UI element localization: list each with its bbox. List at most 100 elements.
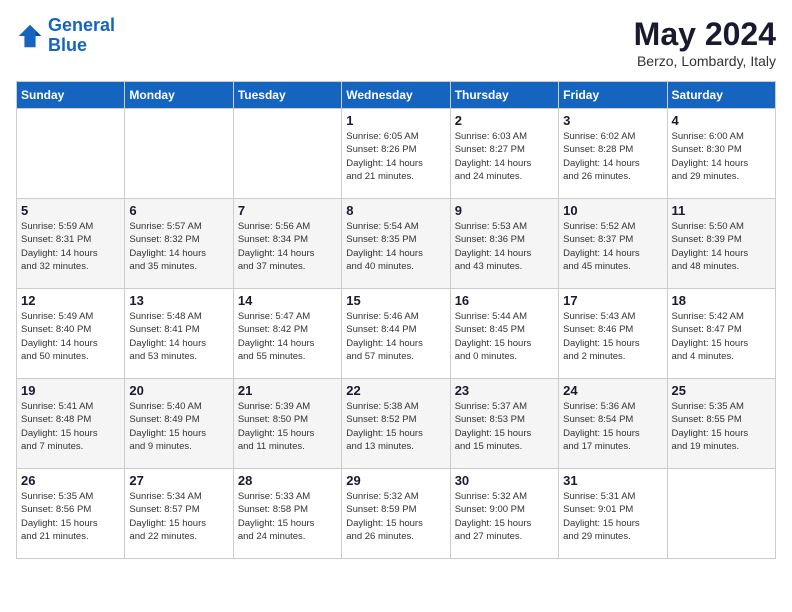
calendar-cell: 21Sunrise: 5:39 AM Sunset: 8:50 PM Dayli…: [233, 379, 341, 469]
day-number: 3: [563, 113, 662, 128]
calendar-cell: [17, 109, 125, 199]
calendar-cell: 18 Sunrise: 5:42 AM Sunset: 8:47 PM Dayli…: [667, 289, 775, 379]
day-info: Sunrise: 5:31 AM Sunset: 9:01 PM Dayligh…: [563, 490, 662, 543]
day-info: Sunrise: 5:43 AM Sunset: 8:46 PM Dayligh…: [563, 310, 662, 363]
day-info: Sunrise: 5:35 AM Sunset: 8:56 PM Dayligh…: [21, 490, 120, 543]
day-number: 2: [455, 113, 554, 128]
day-info: Sunrise: 5:35 AM Sunset: 8:55 PM Dayligh…: [672, 400, 771, 453]
calendar-cell: [667, 469, 775, 559]
day-info: Sunrise: 6:02 AM Sunset: 8:28 PM Dayligh…: [563, 130, 662, 183]
day-number: 12: [21, 293, 120, 308]
calendar-cell: 6 Sunrise: 5:57 AM Sunset: 8:32 PM Daylig…: [125, 199, 233, 289]
calendar-cell: 29 Sunrise: 5:32 AM Sunset: 8:59 PM Dayli…: [342, 469, 450, 559]
day-info: Sunrise: 5:38 AM Sunset: 8:52 PM Dayligh…: [346, 400, 445, 453]
calendar-cell: 16 Sunrise: 5:44 AM Sunset: 8:45 PM Dayli…: [450, 289, 558, 379]
calendar-cell: 8 Sunrise: 5:54 AM Sunset: 8:35 PM Daylig…: [342, 199, 450, 289]
calendar-cell: 30Sunrise: 5:32 AM Sunset: 9:00 PM Dayli…: [450, 469, 558, 559]
logo: General Blue: [16, 16, 115, 56]
day-number: 11: [672, 203, 771, 218]
calendar-cell: 23Sunrise: 5:37 AM Sunset: 8:53 PM Dayli…: [450, 379, 558, 469]
day-number: 14: [238, 293, 337, 308]
calendar-cell: 28Sunrise: 5:33 AM Sunset: 8:58 PM Dayli…: [233, 469, 341, 559]
day-number: 27: [129, 473, 228, 488]
day-info: Sunrise: 5:56 AM Sunset: 8:34 PM Dayligh…: [238, 220, 337, 273]
calendar-cell: 3 Sunrise: 6:02 AM Sunset: 8:28 PM Daylig…: [559, 109, 667, 199]
day-info: Sunrise: 5:34 AM Sunset: 8:57 PM Dayligh…: [129, 490, 228, 543]
logo-icon: [16, 22, 44, 50]
day-info: Sunrise: 5:48 AM Sunset: 8:41 PM Dayligh…: [129, 310, 228, 363]
day-info: Sunrise: 5:33 AM Sunset: 8:58 PM Dayligh…: [238, 490, 337, 543]
calendar-cell: 11Sunrise: 5:50 AM Sunset: 8:39 PM Dayli…: [667, 199, 775, 289]
weekday-header-sunday: Sunday: [17, 82, 125, 109]
weekday-header-friday: Friday: [559, 82, 667, 109]
calendar-cell: 22 Sunrise: 5:38 AM Sunset: 8:52 PM Dayli…: [342, 379, 450, 469]
calendar-week-5: 26 Sunrise: 5:35 AM Sunset: 8:56 PM Dayli…: [17, 469, 776, 559]
day-number: 18: [672, 293, 771, 308]
day-number: 6: [129, 203, 228, 218]
day-number: 31: [563, 473, 662, 488]
day-number: 4: [672, 113, 771, 128]
calendar-cell: 19 Sunrise: 5:41 AM Sunset: 8:48 PM Dayli…: [17, 379, 125, 469]
day-info: Sunrise: 6:00 AM Sunset: 8:30 PM Dayligh…: [672, 130, 771, 183]
day-info: Sunrise: 5:52 AM Sunset: 8:37 PM Dayligh…: [563, 220, 662, 273]
day-info: Sunrise: 5:32 AM Sunset: 8:59 PM Dayligh…: [346, 490, 445, 543]
calendar-week-2: 5Sunrise: 5:59 AM Sunset: 8:31 PM Daylig…: [17, 199, 776, 289]
day-number: 24: [563, 383, 662, 398]
calendar-cell: 4 Sunrise: 6:00 AM Sunset: 8:30 PM Daylig…: [667, 109, 775, 199]
day-number: 15: [346, 293, 445, 308]
location: Berzo, Lombardy, Italy: [634, 53, 776, 69]
day-info: Sunrise: 5:40 AM Sunset: 8:49 PM Dayligh…: [129, 400, 228, 453]
calendar-cell: 27 Sunrise: 5:34 AM Sunset: 8:57 PM Dayli…: [125, 469, 233, 559]
calendar-cell: 7 Sunrise: 5:56 AM Sunset: 8:34 PM Daylig…: [233, 199, 341, 289]
calendar-week-4: 19 Sunrise: 5:41 AM Sunset: 8:48 PM Dayli…: [17, 379, 776, 469]
day-info: Sunrise: 6:03 AM Sunset: 8:27 PM Dayligh…: [455, 130, 554, 183]
day-number: 19: [21, 383, 120, 398]
day-number: 17: [563, 293, 662, 308]
calendar-table: SundayMondayTuesdayWednesdayThursdayFrid…: [16, 81, 776, 559]
calendar-cell: 10 Sunrise: 5:52 AM Sunset: 8:37 PM Dayli…: [559, 199, 667, 289]
day-info: Sunrise: 5:39 AM Sunset: 8:50 PM Dayligh…: [238, 400, 337, 453]
day-info: Sunrise: 5:37 AM Sunset: 8:53 PM Dayligh…: [455, 400, 554, 453]
day-number: 29: [346, 473, 445, 488]
weekday-header-thursday: Thursday: [450, 82, 558, 109]
calendar-body: 1 Sunrise: 6:05 AM Sunset: 8:26 PM Daylig…: [17, 109, 776, 559]
day-number: 10: [563, 203, 662, 218]
weekday-header-wednesday: Wednesday: [342, 82, 450, 109]
day-number: 16: [455, 293, 554, 308]
day-info: Sunrise: 5:36 AM Sunset: 8:54 PM Dayligh…: [563, 400, 662, 453]
calendar-cell: 14Sunrise: 5:47 AM Sunset: 8:42 PM Dayli…: [233, 289, 341, 379]
calendar-cell: 31 Sunrise: 5:31 AM Sunset: 9:01 PM Dayli…: [559, 469, 667, 559]
weekday-header-row: SundayMondayTuesdayWednesdayThursdayFrid…: [17, 82, 776, 109]
day-info: Sunrise: 5:44 AM Sunset: 8:45 PM Dayligh…: [455, 310, 554, 363]
calendar-cell: 17 Sunrise: 5:43 AM Sunset: 8:46 PM Dayli…: [559, 289, 667, 379]
day-number: 9: [455, 203, 554, 218]
day-number: 22: [346, 383, 445, 398]
day-info: Sunrise: 5:46 AM Sunset: 8:44 PM Dayligh…: [346, 310, 445, 363]
day-info: Sunrise: 6:05 AM Sunset: 8:26 PM Dayligh…: [346, 130, 445, 183]
calendar-cell: [125, 109, 233, 199]
day-info: Sunrise: 5:59 AM Sunset: 8:31 PM Dayligh…: [21, 220, 120, 273]
day-number: 1: [346, 113, 445, 128]
calendar-cell: 1 Sunrise: 6:05 AM Sunset: 8:26 PM Daylig…: [342, 109, 450, 199]
calendar-week-3: 12 Sunrise: 5:49 AM Sunset: 8:40 PM Dayli…: [17, 289, 776, 379]
day-number: 7: [238, 203, 337, 218]
day-info: Sunrise: 5:41 AM Sunset: 8:48 PM Dayligh…: [21, 400, 120, 453]
calendar-cell: 9 Sunrise: 5:53 AM Sunset: 8:36 PM Daylig…: [450, 199, 558, 289]
day-number: 30: [455, 473, 554, 488]
day-info: Sunrise: 5:54 AM Sunset: 8:35 PM Dayligh…: [346, 220, 445, 273]
day-info: Sunrise: 5:53 AM Sunset: 8:36 PM Dayligh…: [455, 220, 554, 273]
calendar-cell: 20Sunrise: 5:40 AM Sunset: 8:49 PM Dayli…: [125, 379, 233, 469]
day-info: Sunrise: 5:42 AM Sunset: 8:47 PM Dayligh…: [672, 310, 771, 363]
calendar-cell: 2 Sunrise: 6:03 AM Sunset: 8:27 PM Daylig…: [450, 109, 558, 199]
calendar-cell: 15 Sunrise: 5:46 AM Sunset: 8:44 PM Dayli…: [342, 289, 450, 379]
day-number: 26: [21, 473, 120, 488]
weekday-header-monday: Monday: [125, 82, 233, 109]
day-info: Sunrise: 5:57 AM Sunset: 8:32 PM Dayligh…: [129, 220, 228, 273]
calendar-cell: 26 Sunrise: 5:35 AM Sunset: 8:56 PM Dayli…: [17, 469, 125, 559]
weekday-header-tuesday: Tuesday: [233, 82, 341, 109]
calendar-cell: [233, 109, 341, 199]
day-info: Sunrise: 5:49 AM Sunset: 8:40 PM Dayligh…: [21, 310, 120, 363]
title-block: May 2024 Berzo, Lombardy, Italy: [634, 16, 776, 69]
day-number: 13: [129, 293, 228, 308]
day-number: 8: [346, 203, 445, 218]
